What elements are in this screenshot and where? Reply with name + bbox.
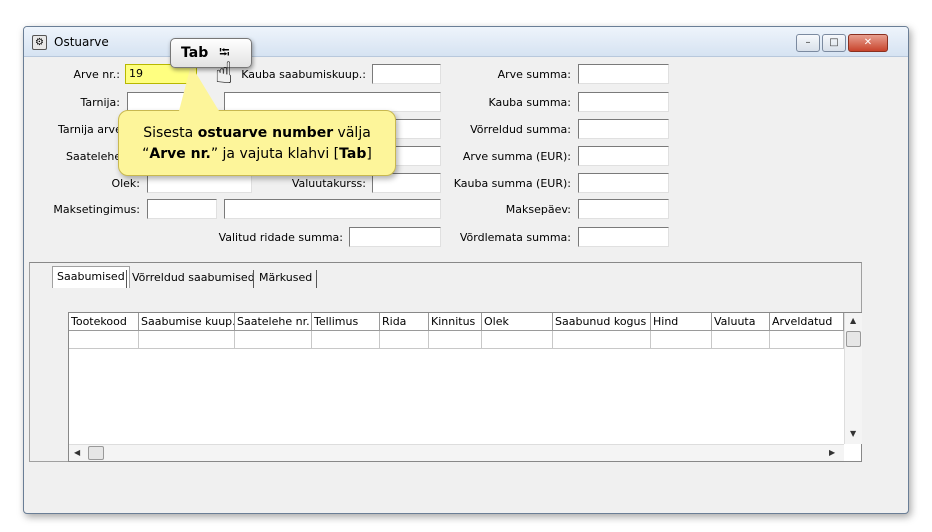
callout-line-1: Sisesta ostuarve number välja [143,125,371,141]
column-header[interactable]: Olek [482,313,553,331]
scroll-left-arrow-icon[interactable]: ◀ [74,448,80,457]
window-title: Ostuarve [54,35,109,49]
tab-separator [316,270,317,288]
tab-saabumised[interactable]: Saabumised [52,266,130,288]
grid-cell[interactable] [429,331,482,349]
olek-label: Olek: [111,177,140,190]
kauba-summa-field [578,92,669,112]
tarnija-arve-label: Tarnija arve [58,123,122,136]
scroll-right-arrow-icon[interactable]: ▶ [829,448,835,457]
kauba-saabumiskuup-field[interactable] [372,64,441,84]
close-button[interactable]: ✕ [848,34,888,52]
maksetingimus-code-field[interactable] [147,199,217,219]
vorreldud-summa-field [578,119,669,139]
tab-markused[interactable]: Märkused [255,268,316,290]
olek-field[interactable] [147,173,252,193]
pointing-hand-cursor-icon: ☝ [214,56,234,91]
valitud-ridade-summa-field [349,227,441,247]
valuutakurss-label: Valuutakurss: [291,177,366,190]
grid-cell[interactable] [69,331,139,349]
horizontal-scroll-thumb[interactable] [88,446,104,460]
column-header[interactable]: Rida [380,313,429,331]
saabumised-grid[interactable]: Tootekood Saabumise kuup. Saatelehe nr. … [68,312,862,462]
instruction-callout: Sisesta ostuarve number välja “Arve nr.”… [118,65,396,176]
horizontal-scrollbar[interactable]: ◀ ▶ [69,444,844,461]
title-bar: ⚙ Ostuarve – □ ✕ [24,27,908,57]
column-header[interactable]: Hind [651,313,712,331]
tarnija-label: Tarnija: [80,96,121,109]
vordlemata-summa-field [578,227,669,247]
scroll-down-arrow-icon[interactable]: ▼ [850,429,856,438]
grid-cell[interactable] [651,331,712,349]
arve-summa-field[interactable] [578,64,669,84]
column-header[interactable]: Tootekood [69,313,139,331]
maximize-button[interactable]: □ [822,34,846,52]
maksetingimus-name-field[interactable] [224,199,441,219]
column-header[interactable]: Saatelehe nr. [235,313,312,331]
app-gear-icon: ⚙ [32,35,47,50]
column-header[interactable]: Arveldatud [770,313,844,331]
grid-cell[interactable] [380,331,429,349]
kauba-summa-eur-field [578,173,669,193]
grid-cell[interactable] [139,331,235,349]
vertical-scroll-thumb[interactable] [846,331,861,347]
grid-cell[interactable] [312,331,380,349]
saatelehe-field[interactable] [392,146,441,166]
valuutakurss-field[interactable] [372,173,441,193]
maksepaev-field[interactable] [578,199,669,219]
column-header[interactable]: Saabunud kogus [553,313,651,331]
column-header[interactable]: Valuuta [712,313,770,331]
grid-cell[interactable] [770,331,844,349]
saatelehe-label: Saatelehe [66,150,122,163]
tab-separator [253,270,254,288]
valitud-ridade-summa-label: Valitud ridade summa: [218,231,343,244]
grid-cell[interactable] [235,331,312,349]
maksetingimus-label: Maksetingimus: [53,203,140,216]
minimize-button[interactable]: – [796,34,820,52]
kauba-summa-label: Kauba summa: [488,96,571,109]
column-header[interactable]: Kinnitus [429,313,482,331]
kauba-saabumiskuup-label: Kauba saabumiskuup.: [241,68,366,81]
grid-cell[interactable] [712,331,770,349]
arve-summa-eur-field [578,146,669,166]
kauba-summa-eur-label: Kauba summa (EUR): [453,177,571,190]
scroll-up-arrow-icon[interactable]: ▲ [850,316,856,325]
vertical-scrollbar[interactable]: ▲ ▼ [844,313,862,444]
vordlemata-summa-label: Võrdlemata summa: [459,231,571,244]
grid-cell[interactable] [482,331,553,349]
tarnija-arve-field[interactable] [392,119,441,139]
grid-cell[interactable] [553,331,651,349]
tab-vorreldud-saabumised[interactable]: Võrreldud saabumised [128,268,259,290]
tab-key-label: Tab [181,45,209,61]
callout-line-2: “Arve nr.” ja vajuta klahvi [Tab] [142,146,372,162]
column-header[interactable]: Saabumise kuup. [139,313,235,331]
column-header[interactable]: Tellimus [312,313,380,331]
tarnija-name-field[interactable] [224,92,441,112]
maksepaev-label: Maksepäev: [505,203,571,216]
arve-summa-label: Arve summa: [497,68,571,81]
tab-separator [126,270,127,288]
vorreldud-summa-label: Võrreldud summa: [470,123,571,136]
arve-nr-label: Arve nr.: [73,68,120,81]
arve-summa-eur-label: Arve summa (EUR): [462,150,571,163]
